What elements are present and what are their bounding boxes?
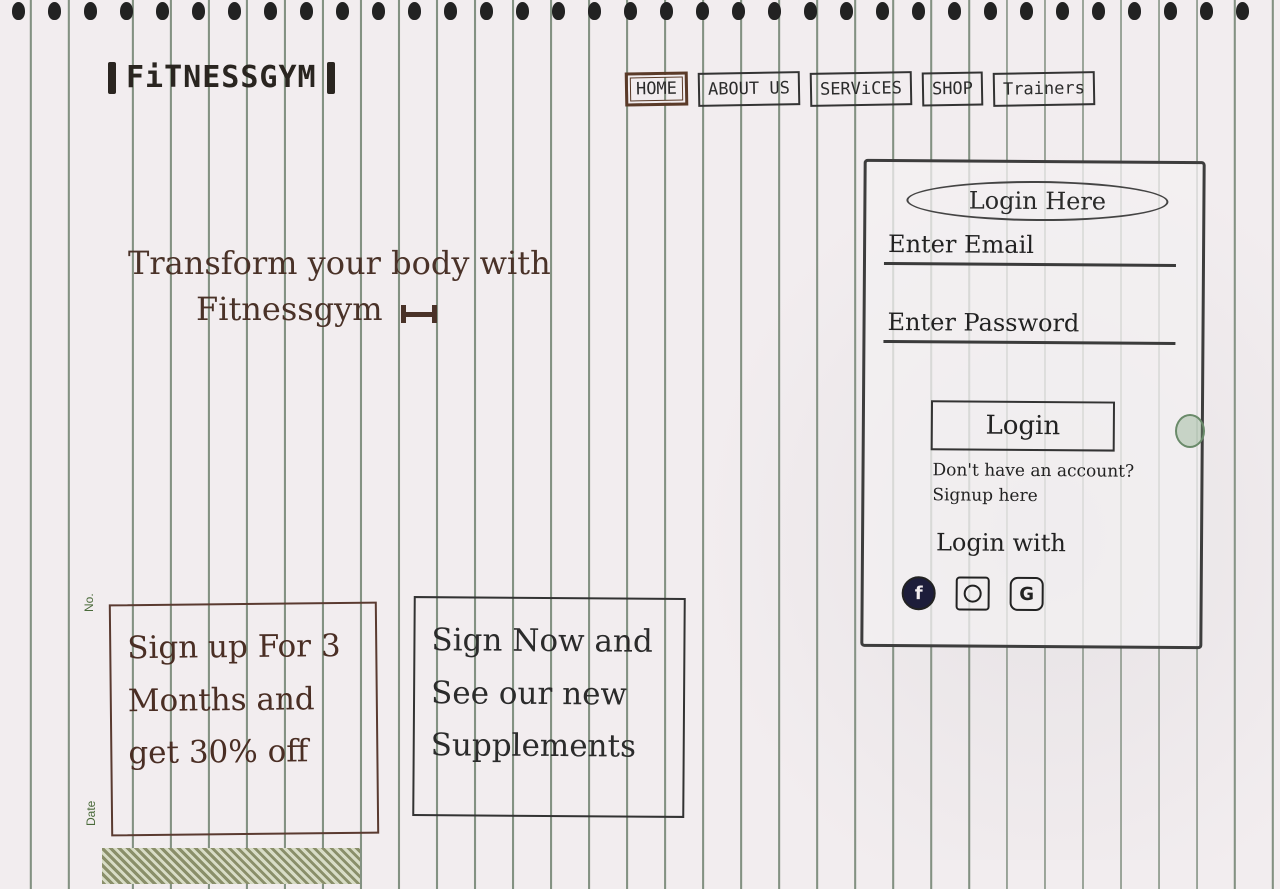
login-card: Login Here Login Don't have an account? … [860, 158, 1206, 650]
nav-trainers[interactable]: Trainers [992, 71, 1095, 107]
facebook-icon: f [914, 582, 923, 604]
spiral-ring [300, 2, 313, 20]
nav-about-us[interactable]: ABOUT US [697, 71, 801, 107]
spiral-ring [1128, 2, 1141, 20]
spiral-ring [804, 2, 817, 20]
spiral-ring [1236, 2, 1249, 20]
spiral-ring [372, 2, 385, 20]
spiral-ring [192, 2, 205, 20]
password-field[interactable] [883, 303, 1176, 345]
google-login-button[interactable]: G [1009, 576, 1044, 612]
spiral-ring [696, 2, 709, 20]
margin-no-label: No. [82, 593, 96, 612]
spiral-ring [480, 2, 493, 20]
spiral-ring [984, 2, 997, 20]
google-icon: G [1019, 583, 1035, 605]
spiral-ring [84, 2, 97, 20]
spiral-ring [948, 2, 961, 20]
spiral-ring [1092, 2, 1105, 20]
spiral-ring [660, 2, 673, 20]
spiral-binding [0, 0, 1280, 26]
spiral-ring [228, 2, 241, 20]
nav-services[interactable]: SERViCES [809, 71, 913, 107]
hero-line-2: Fitnessgym [196, 290, 383, 329]
instagram-icon [963, 584, 982, 603]
spiral-ring [12, 2, 25, 20]
spiral-ring [588, 2, 601, 20]
dumbbell-icon [108, 61, 116, 94]
brand-logo[interactable]: FiTNESSGYM [108, 60, 335, 95]
spiral-ring [768, 2, 781, 20]
dumbbell-icon [326, 61, 335, 94]
spiral-ring [1164, 2, 1177, 20]
instagram-login-button[interactable] [955, 576, 990, 611]
spiral-ring [48, 2, 61, 20]
spiral-ring [336, 2, 349, 20]
spiral-ring [912, 2, 925, 20]
brand-name: FiTNESSGYM [126, 60, 317, 95]
email-field[interactable] [883, 225, 1177, 267]
spiral-ring [1056, 2, 1069, 20]
social-login-group: f G [901, 576, 1044, 612]
promo-card-discount[interactable]: Sign up For 3 Months and get 30% off [108, 601, 380, 837]
no-account-text: Don't have an account? [932, 460, 1135, 482]
hero-tagline: Transform your body with Fitnessgym [128, 240, 568, 335]
spiral-ring [1200, 2, 1213, 20]
spiral-ring [1020, 2, 1033, 20]
spiral-ring [624, 2, 637, 20]
spiral-ring [264, 2, 277, 20]
facebook-login-button[interactable]: f [901, 576, 936, 611]
dumbbell-icon [400, 289, 437, 335]
login-with-label: Login with [935, 528, 1066, 558]
login-button[interactable]: Login [930, 400, 1116, 452]
spiral-ring [408, 2, 421, 20]
background-strip [102, 848, 360, 884]
spiral-ring [156, 2, 169, 20]
spiral-ring [876, 2, 889, 20]
main-nav: HOME ABOUT US SERViCES SHOP Trainers [624, 71, 1095, 107]
signup-link[interactable]: Signup here [932, 483, 1182, 509]
spiral-ring [120, 2, 133, 20]
spiral-ring [552, 2, 565, 20]
margin-date-label: Date [84, 800, 98, 826]
spiral-ring [444, 2, 457, 20]
login-title: Login Here [906, 180, 1169, 222]
spiral-ring [732, 2, 745, 20]
hero-line-1: Transform your body with [128, 244, 551, 282]
nav-shop[interactable]: SHOP [921, 71, 983, 107]
card-side-handle [1175, 414, 1205, 448]
spiral-ring [516, 2, 529, 20]
promo-card-supplements[interactable]: Sign Now and See our new Supplements [412, 596, 686, 818]
nav-home[interactable]: HOME [624, 71, 689, 107]
spiral-ring [840, 2, 853, 20]
signup-prompt: Don't have an account? Signup here [932, 458, 1182, 509]
